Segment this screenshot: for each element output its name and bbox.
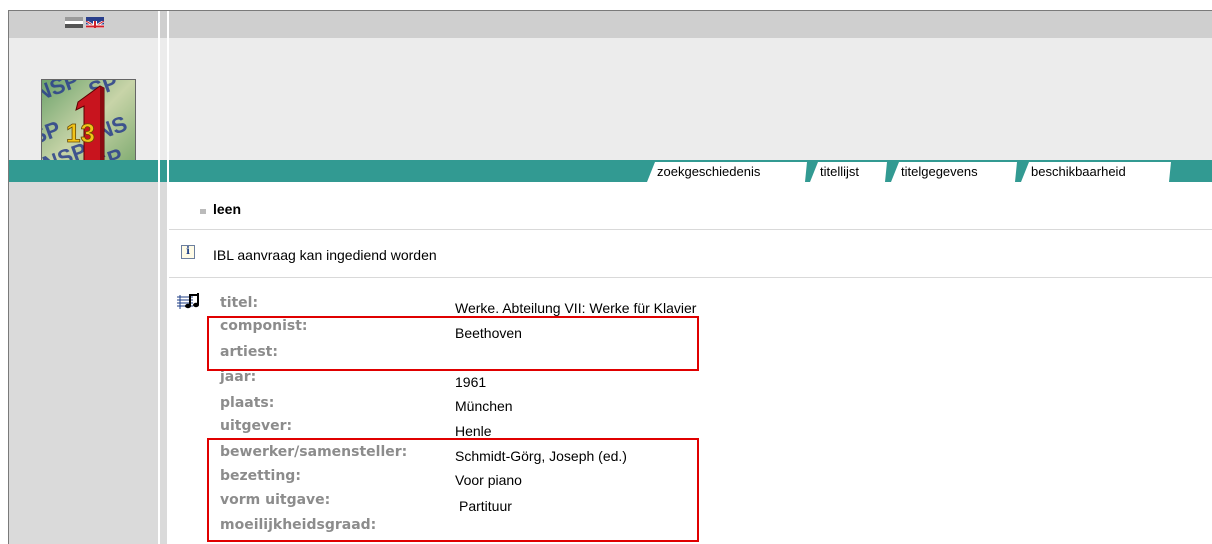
tab-zoekgeschiedenis[interactable]: zoekgeschiedenis — [647, 162, 807, 182]
numeric-13-logo: NSP SP SP NS NSP SP 13 — [41, 79, 136, 172]
field-value-jaar: 1961 — [455, 374, 487, 390]
header-area — [169, 38, 1212, 160]
sidebar-teal-bar — [9, 160, 167, 182]
ibl-notice: IBL aanvraag kan ingediend worden — [213, 247, 437, 263]
tab-label: titelgegevens — [901, 164, 978, 179]
svg-text:13: 13 — [66, 118, 95, 148]
nl-flag-icon[interactable] — [65, 17, 83, 29]
divider — [169, 277, 1212, 278]
tab-titellijst[interactable]: titellijst — [810, 162, 887, 182]
bullet-icon — [200, 209, 206, 214]
uk-flag-icon[interactable] — [86, 17, 104, 28]
highlight-box-composer-artist — [207, 316, 699, 371]
svg-text:NSP: NSP — [42, 80, 82, 106]
sidebar-top-bar — [9, 11, 167, 38]
field-label-uitgever: uitgever: — [220, 418, 293, 434]
section-title: leen — [213, 201, 242, 217]
tab-label: zoekgeschiedenis — [657, 164, 761, 179]
highlight-box-music-details — [207, 438, 699, 542]
field-value-plaats: München — [455, 398, 513, 414]
sidebar-logo-area: NSP SP SP NS NSP SP 13 — [9, 38, 167, 172]
divider — [169, 229, 1212, 230]
tab-titelgegevens[interactable]: titelgegevens — [891, 162, 1017, 182]
field-value-titel: Werke. Abteilung VII: Werke für Klavier — [455, 300, 697, 316]
tab-label: titellijst — [820, 164, 860, 179]
field-label-jaar: jaar: — [220, 369, 257, 385]
sheet-music-icon — [177, 292, 203, 312]
language-switcher — [65, 17, 104, 29]
field-label-titel: titel: — [220, 295, 259, 311]
tab-label: beschikbaarheid — [1031, 164, 1126, 179]
top-bar — [169, 11, 1212, 38]
tab-beschikbaarheid[interactable]: beschikbaarheid — [1021, 162, 1171, 182]
sidebar-divider — [158, 11, 160, 544]
field-label-plaats: plaats: — [220, 395, 275, 411]
info-icon: i — [181, 245, 195, 259]
sidebar: NSP SP SP NS NSP SP 13 — [9, 11, 167, 544]
field-value-uitgever: Henle — [455, 423, 492, 439]
